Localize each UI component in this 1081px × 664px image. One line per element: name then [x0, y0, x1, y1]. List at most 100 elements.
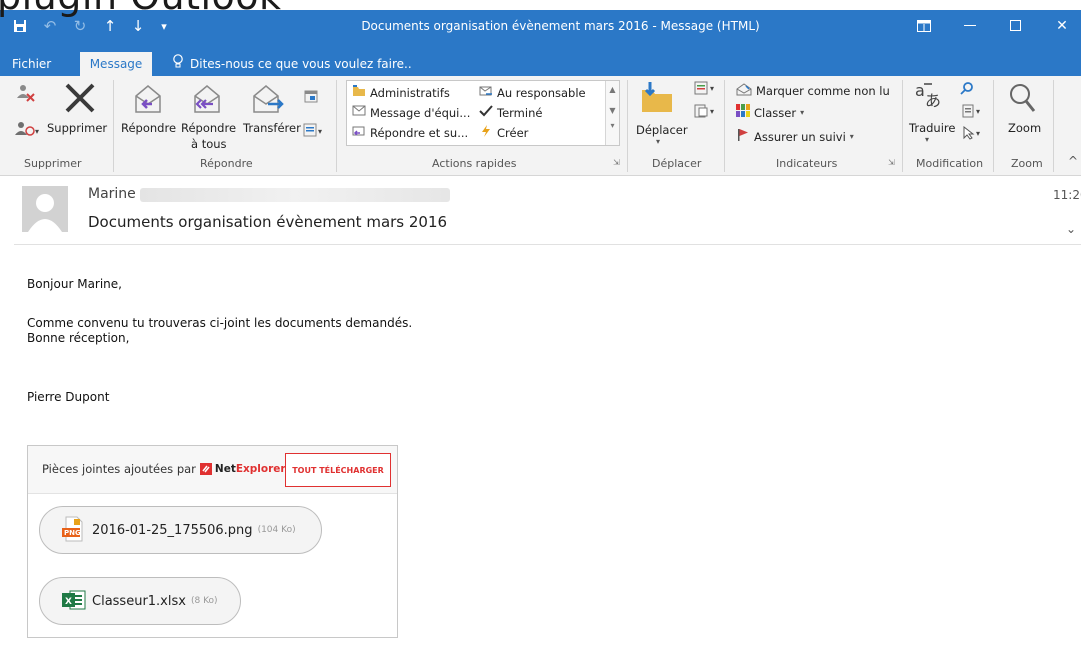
rules-icon[interactable]: ▾: [694, 81, 720, 98]
quick-step-au-responsable[interactable]: Au responsable: [479, 85, 586, 100]
group-separator: [336, 80, 337, 172]
body-greeting: Bonjour Marine,: [27, 277, 122, 291]
sender-address-redacted: [140, 188, 450, 202]
quick-step-message-equipe[interactable]: Message d'équi...: [352, 105, 470, 120]
group-label-supprimer: Supprimer: [24, 157, 82, 170]
netexplorer-logo: Net Explorer: [199, 463, 286, 475]
quick-steps-scroll[interactable]: ▲ ▼ ▾: [605, 81, 619, 145]
ribbon-tabs: Fichier Message Dites-nous ce que vous v…: [0, 52, 1081, 76]
reply-delete-icon: [352, 125, 366, 140]
tab-message[interactable]: Message: [80, 52, 152, 76]
reply-icon[interactable]: [130, 82, 166, 119]
meeting-reply-icon[interactable]: [304, 89, 318, 106]
cleanup-icon[interactable]: ▾: [14, 120, 40, 141]
envelope-icon: [352, 105, 366, 120]
svg-text:▾: ▾: [710, 84, 714, 93]
envelope-unread-icon: [736, 83, 752, 99]
dialog-launcher-icon[interactable]: ⇲: [888, 158, 895, 167]
translate-dropdown-icon[interactable]: ▾: [925, 135, 929, 144]
group-label-deplacer: Déplacer: [652, 157, 702, 170]
quick-step-repondre-supprimer[interactable]: Répondre et su...: [352, 125, 468, 140]
more-reply-icon[interactable]: ▾: [303, 123, 325, 140]
message-subject: Documents organisation évènement mars 20…: [88, 213, 448, 231]
move-folder-icon[interactable]: [640, 82, 674, 117]
attachment-size: (8 Ko): [190, 596, 218, 606]
attachment-item[interactable]: X Classeur1.xlsx (8 Ko): [39, 577, 241, 625]
attachments-label: Pièces jointes ajoutées par Net Explorer: [42, 462, 286, 476]
quick-step-termine[interactable]: Terminé: [479, 105, 542, 120]
group-label-indicateurs: Indicateurs: [776, 157, 838, 170]
header-divider: [14, 244, 1081, 245]
svg-text:▾: ▾: [318, 127, 322, 136]
group-label-actions-rapides: Actions rapides: [432, 157, 517, 170]
quick-step-administratifs[interactable]: Administratifs: [352, 85, 450, 100]
select-icon[interactable]: ▾: [962, 125, 986, 143]
attachment-name: 2016-01-25_175506.png: [92, 522, 253, 538]
chevron-down-icon[interactable]: ⌄: [1066, 222, 1076, 236]
move-dropdown-icon[interactable]: ▾: [656, 137, 660, 146]
sender-name[interactable]: Marine: [88, 186, 136, 202]
forward-icon[interactable]: [250, 82, 286, 119]
collapse-ribbon-icon[interactable]: ^: [1068, 154, 1078, 168]
ribbon: ▾ Supprimer Supprimer Répondre Répondre …: [0, 76, 1081, 176]
reply-all-button-line1[interactable]: Répondre: [181, 121, 236, 135]
translate-icon[interactable]: aあ: [914, 80, 944, 115]
translate-button[interactable]: Traduire: [909, 121, 955, 135]
follow-up-button[interactable]: Assurer un suivi ▾: [736, 128, 854, 145]
delete-button[interactable]: Supprimer: [47, 121, 107, 135]
svg-text:▾: ▾: [976, 129, 980, 138]
zoom-icon[interactable]: [1007, 82, 1037, 117]
group-separator: [902, 80, 903, 172]
group-label-modification: Modification: [916, 157, 984, 170]
tab-fichier[interactable]: Fichier: [4, 52, 59, 76]
attachment-item[interactable]: PNG 2016-01-25_175506.png (104 Ko): [39, 506, 322, 554]
ribbon-display-options-icon[interactable]: [901, 10, 947, 42]
avatar: [22, 186, 68, 232]
zoom-button[interactable]: Zoom: [1008, 121, 1041, 135]
ignore-icon[interactable]: [14, 82, 36, 107]
reply-button[interactable]: Répondre: [121, 121, 176, 135]
group-separator: [724, 80, 725, 172]
folder-icon: [352, 85, 366, 100]
svg-text:a: a: [915, 81, 925, 100]
categorize-icon: [736, 104, 750, 121]
download-all-button[interactable]: TOUT TÉLÉCHARGER: [285, 453, 391, 487]
quick-step-creer[interactable]: Créer: [479, 125, 528, 140]
group-separator: [1053, 80, 1054, 172]
png-file-icon: PNG: [62, 516, 86, 545]
onenote-actions-icon[interactable]: ▾: [694, 104, 720, 121]
move-button[interactable]: Déplacer: [636, 123, 688, 137]
related-icon[interactable]: ▾: [962, 104, 986, 121]
tell-me-box[interactable]: Dites-nous ce que vous voulez faire..: [172, 52, 412, 76]
categorize-button[interactable]: Classer ▾: [736, 104, 804, 121]
overlay-title-text: plugin Outlook: [0, 0, 282, 16]
group-separator: [113, 80, 114, 172]
group-label-zoom: Zoom: [1011, 157, 1043, 170]
lightning-icon: [479, 125, 493, 140]
delete-icon[interactable]: [63, 81, 97, 118]
reply-all-icon[interactable]: [187, 82, 227, 119]
close-icon[interactable]: ✕: [1039, 10, 1081, 42]
mark-unread-button[interactable]: Marquer comme non lu: [736, 83, 890, 99]
categorize-dropdown-icon: ▾: [800, 108, 805, 117]
search-icon[interactable]: [960, 81, 974, 98]
follow-up-dropdown-icon: ▾: [849, 132, 854, 141]
group-separator: [627, 80, 628, 172]
dialog-launcher-icon[interactable]: ⇲: [613, 158, 620, 167]
minimize-icon[interactable]: [947, 10, 993, 42]
flag-icon: [736, 128, 750, 145]
svg-text:▾: ▾: [35, 127, 39, 136]
tell-me-text: Dites-nous ce que vous voulez faire..: [190, 57, 412, 71]
body-line-2: Bonne réception,: [27, 331, 130, 345]
excel-file-icon: X: [62, 589, 86, 614]
attachments-header: Pièces jointes ajoutées par Net Explorer …: [28, 446, 397, 494]
attachments-card: Pièces jointes ajoutées par Net Explorer …: [27, 445, 398, 638]
svg-text:PNG: PNG: [64, 529, 81, 537]
message-time: 11:20: [1053, 188, 1081, 202]
svg-text:▾: ▾: [710, 107, 714, 116]
maximize-icon[interactable]: [993, 10, 1039, 42]
forward-button[interactable]: Transférer: [243, 121, 301, 135]
svg-text:あ: あ: [925, 91, 941, 110]
body-line-1: Comme convenu tu trouveras ci-joint les …: [27, 316, 413, 330]
reply-all-button-line2[interactable]: à tous: [191, 137, 227, 151]
